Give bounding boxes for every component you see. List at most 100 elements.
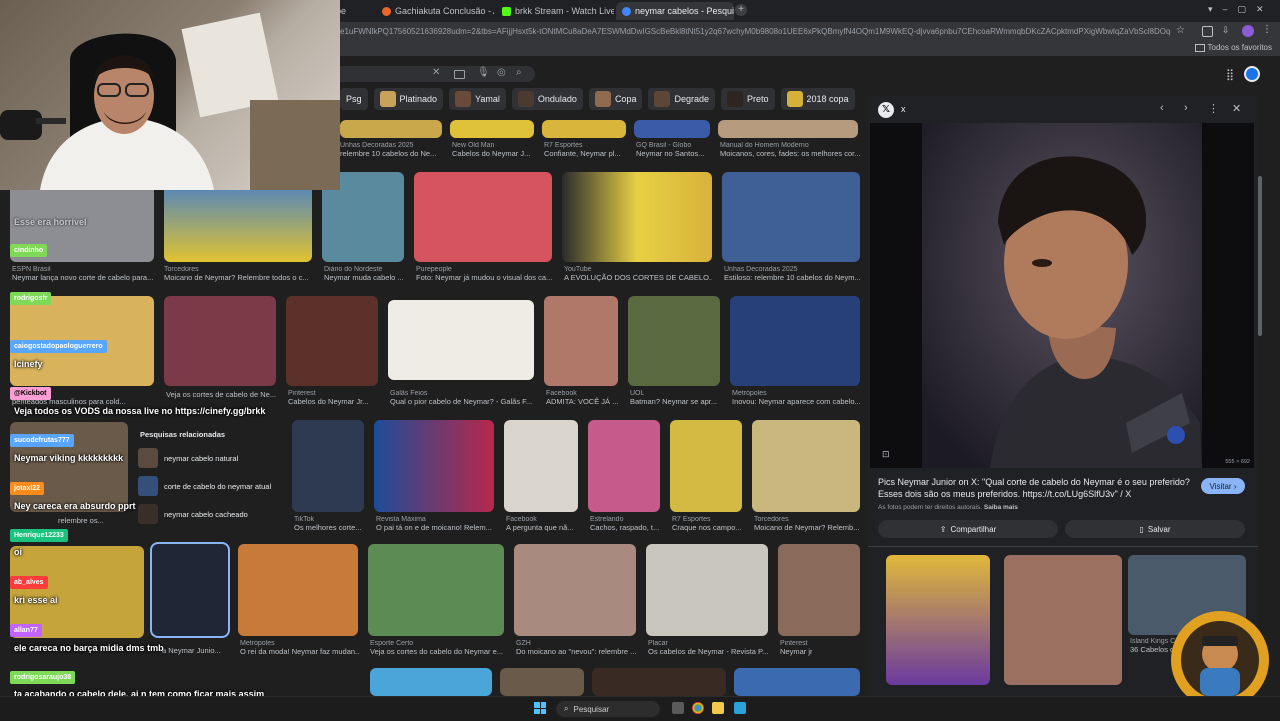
image-result[interactable] xyxy=(778,544,860,636)
panel-title[interactable]: Pics Neymar Junior on X: "Qual corte de … xyxy=(878,476,1193,500)
image-result-selected[interactable] xyxy=(150,542,230,638)
image-result[interactable] xyxy=(634,120,710,138)
task-view-icon[interactable] xyxy=(672,702,684,714)
download-icon[interactable]: ⇩ xyxy=(1222,25,1230,36)
image-caption[interactable]: Galãs Feios Qual o pior cabelo de Neymar?… xyxy=(390,390,536,406)
image-result[interactable] xyxy=(292,420,364,512)
chip-2018-copa[interactable]: 2018 copa xyxy=(780,88,855,110)
browser-tab-active[interactable]: neymar cabelos - Pesquisa Goo× xyxy=(616,2,734,20)
image-result[interactable] xyxy=(562,172,712,262)
lens-icon[interactable]: ◎ xyxy=(497,67,506,78)
all-bookmarks-link[interactable]: Todos os favoritos xyxy=(1194,43,1272,52)
image-result[interactable] xyxy=(500,668,584,696)
image-caption[interactable]: Metrópoles Inovou: Neymar aparece com cab… xyxy=(732,390,860,406)
image-result[interactable] xyxy=(368,544,504,636)
new-tab-button[interactable]: + xyxy=(735,4,747,16)
image-caption[interactable]: Estrelando Cachos, raspado, t... xyxy=(590,516,662,532)
image-result[interactable] xyxy=(504,420,578,512)
chip-preto[interactable]: Preto xyxy=(720,88,775,110)
extensions-icon[interactable] xyxy=(1202,26,1213,37)
image-result[interactable] xyxy=(734,668,860,696)
image-result[interactable] xyxy=(542,120,626,138)
image-result[interactable] xyxy=(286,296,378,386)
image-caption[interactable]: UOL Batman? Neymar se apr... xyxy=(630,390,722,406)
account-avatar[interactable] xyxy=(1244,66,1260,82)
image-caption[interactable]: Placar Os cabelos de Neymar - Revista P..… xyxy=(648,640,770,656)
image-result[interactable] xyxy=(718,120,858,138)
related-item[interactable]: corte de cabelo do neymar atual xyxy=(138,476,271,496)
share-button[interactable]: ⇪ Compartilhar xyxy=(878,520,1058,538)
image-result[interactable] xyxy=(388,300,534,380)
save-button[interactable]: ▯ Salvar xyxy=(1065,520,1245,538)
file-explorer-icon[interactable] xyxy=(712,702,724,714)
image-caption[interactable]: GQ Brasil - Globo Neymar no Santos... xyxy=(636,142,712,158)
image-caption[interactable]: R7 Esportes Confiante, Neymar pl... xyxy=(544,142,628,158)
image-caption[interactable]: Manual do Homem Moderno Moicanos, cores, … xyxy=(720,142,860,158)
chip-copa[interactable]: Copa xyxy=(588,88,643,110)
url-field[interactable]: e1uFWNlkPQ17560521636928udm=2&tbs=AFijjH… xyxy=(340,25,1170,39)
image-result[interactable] xyxy=(514,544,636,636)
learn-more-link[interactable]: Saiba mais xyxy=(984,504,1018,511)
visit-button[interactable]: Visitar › xyxy=(1201,478,1245,494)
browser-tab[interactable]: brkk Stream - Watch Live on K× xyxy=(496,2,614,20)
image-result[interactable] xyxy=(414,172,552,262)
image-result[interactable] xyxy=(238,544,358,636)
image-caption[interactable]: ESPN Brasil Neymar lança novo corte de ca… xyxy=(12,266,154,282)
menu-icon[interactable]: ⋮ xyxy=(1262,24,1272,35)
chip-psg[interactable]: Psg xyxy=(340,88,368,110)
windows-start-icon[interactable] xyxy=(534,702,546,714)
image-result[interactable] xyxy=(340,120,442,138)
image-caption[interactable]: TikTok Os melhores corte... xyxy=(294,516,366,532)
image-caption[interactable]: Purepeople Foto: Neymar já mudou o visual… xyxy=(416,266,552,282)
image-caption[interactable]: Unhas Decoradas 2025 Estiloso: relembre 1… xyxy=(724,266,860,282)
search-box[interactable]: ✕ 🎙 ◎ ⌕ xyxy=(340,66,535,82)
image-caption[interactable]: Revista Máxima O pai tá on e de moicano! … xyxy=(376,516,496,532)
image-caption[interactable]: Esporte Certo Veja os cortes do cabelo do… xyxy=(370,640,506,656)
taskbar-search[interactable]: ⌕ Pesquisar xyxy=(556,701,660,717)
image-caption[interactable]: R7 Esportes Craque nos campo... xyxy=(672,516,744,532)
image-caption[interactable]: Veja os cortes de cabelo de Ne... xyxy=(166,390,276,399)
close-panel-icon[interactable]: ✕ xyxy=(1232,102,1241,115)
apps-grid-icon[interactable]: ⣿ xyxy=(1226,68,1234,81)
image-caption[interactable]: Torcedores Moicano de Neymar? Relemb... xyxy=(754,516,860,532)
image-result[interactable] xyxy=(588,420,660,512)
image-caption[interactable]: GZH Do moicano ao "nevou": relembre ... xyxy=(516,640,638,656)
chip-ondulado[interactable]: Ondulado xyxy=(511,88,583,110)
bookmark-star-icon[interactable]: ☆ xyxy=(1176,25,1185,36)
scrollbar-thumb[interactable] xyxy=(1258,176,1262,336)
image-caption[interactable]: Torcedores Moicano de Neymar? Relembre to… xyxy=(164,266,310,282)
image-result[interactable] xyxy=(722,172,860,262)
chip-degrade[interactable]: Degrade xyxy=(648,88,715,110)
image-result[interactable] xyxy=(646,544,768,636)
chrome-icon[interactable] xyxy=(692,702,704,714)
image-result[interactable] xyxy=(730,296,860,386)
profile-avatar[interactable] xyxy=(1242,25,1254,37)
related-item[interactable]: neymar cabelo natural xyxy=(138,448,238,468)
image-caption[interactable]: Pinterest Neymar jr xyxy=(780,640,860,656)
image-result[interactable] xyxy=(752,420,860,512)
image-caption[interactable]: New Old Man Cabelos do Neymar J... xyxy=(452,142,536,158)
prev-icon[interactable]: ‹ xyxy=(1160,102,1164,114)
image-caption[interactable]: YouTube A EVOLUÇÃO DOS CORTES DE CABELO..… xyxy=(564,266,712,282)
image-caption[interactable]: Facebook A pergunta que nã... xyxy=(506,516,580,532)
more-options-icon[interactable]: ⋮ xyxy=(1208,102,1219,115)
image-result[interactable] xyxy=(544,296,618,386)
image-result[interactable] xyxy=(670,420,742,512)
image-result[interactable] xyxy=(450,120,534,138)
image-caption[interactable]: Unhas Decoradas 2025 relembre 10 cabelos … xyxy=(340,142,444,158)
chip-platinado[interactable]: Platinado xyxy=(373,88,444,110)
panel-source[interactable]: x xyxy=(901,104,906,114)
related-image[interactable] xyxy=(886,555,990,685)
related-image[interactable] xyxy=(1004,555,1122,685)
image-result[interactable] xyxy=(374,420,494,512)
image-caption[interactable]: relembre os... xyxy=(58,516,128,525)
image-caption[interactable]: a Neymar Junio... xyxy=(162,646,230,655)
clear-icon[interactable]: ✕ xyxy=(432,67,440,78)
telegram-icon[interactable] xyxy=(734,702,746,714)
image-result[interactable] xyxy=(628,296,720,386)
related-item[interactable]: neymar cabelo cacheado xyxy=(138,504,248,524)
keyboard-icon[interactable] xyxy=(454,70,465,79)
image-caption[interactable]: Metrópoles O rei da moda! Neymar faz muda… xyxy=(240,640,360,656)
browser-tab[interactable]: Gachiakuta Conclusão - Assis× xyxy=(376,2,494,20)
search-icon[interactable]: ⌕ xyxy=(516,67,522,78)
